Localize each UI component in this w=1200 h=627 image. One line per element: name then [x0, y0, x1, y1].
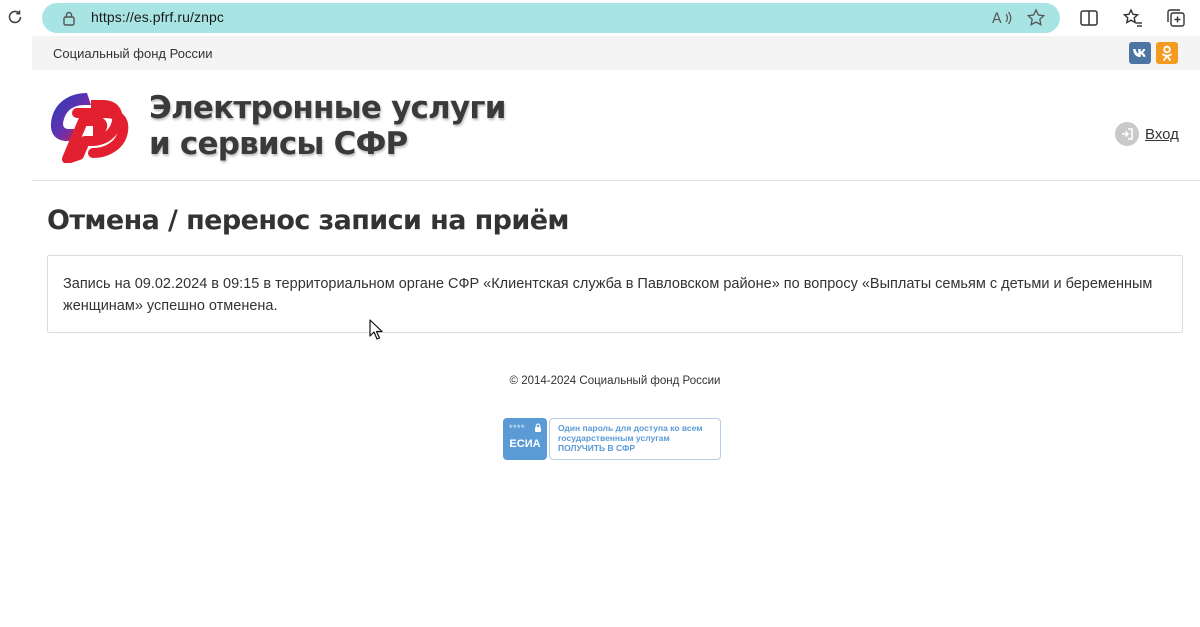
topline: Социальный фонд России: [32, 36, 1200, 70]
cancellation-message: Запись на 09.02.2024 в 09:15 в территори…: [63, 276, 1153, 314]
sfr-logo[interactable]: [47, 89, 129, 163]
copyright: © 2014-2024 Социальный фонд России: [509, 375, 721, 387]
login-link[interactable]: Вход: [1115, 122, 1179, 146]
esia-label: ЕСИА: [509, 438, 541, 450]
message-box: Запись на 09.02.2024 в 09:15 в территори…: [47, 255, 1183, 333]
mouse-cursor-icon: [369, 319, 383, 340]
favorites-icon[interactable]: [1122, 7, 1144, 29]
esia-lock-icon: [535, 423, 541, 432]
favorite-star-icon[interactable]: [1026, 8, 1046, 28]
esia-line1: Один пароль для доступа ко всем: [558, 423, 703, 433]
url-text[interactable]: https://es.pfrf.ru/znpc: [91, 9, 224, 25]
esia-description[interactable]: Один пароль для доступа ко всем государс…: [549, 418, 721, 460]
collections-icon[interactable]: [1165, 7, 1187, 29]
ok-icon[interactable]: [1156, 42, 1178, 64]
vk-icon[interactable]: [1129, 42, 1151, 64]
esia-line3: ПОЛУЧИТЬ В СФР: [558, 443, 636, 453]
site-title-line1: Электронные услуги: [149, 90, 506, 126]
site-title-line2: и сервисы СФР: [149, 126, 408, 162]
login-icon[interactable]: [1115, 122, 1139, 146]
esia-stars: ****: [509, 423, 526, 433]
address-bar[interactable]: https://es.pfrf.ru/znpc A: [42, 3, 1060, 33]
read-aloud-icon[interactable]: A: [991, 8, 1013, 28]
page-title: Отмена / перенос записи на приём: [47, 205, 570, 236]
reload-icon[interactable]: [4, 6, 26, 28]
browser-toolbar: https://es.pfrf.ru/znpc A: [0, 0, 1200, 36]
esia-badge[interactable]: **** ЕСИА: [503, 418, 547, 460]
org-name: Социальный фонд России: [53, 46, 213, 61]
site-header: Электронные услуги и сервисы СФР Вход: [32, 70, 1200, 181]
login-label[interactable]: Вход: [1145, 126, 1179, 143]
site-title: Электронные услуги и сервисы СФР: [149, 90, 506, 162]
svg-text:A: A: [992, 11, 1002, 27]
esia-banner[interactable]: **** ЕСИА Один пароль для доступа ко все…: [503, 418, 721, 460]
lock-icon[interactable]: [62, 10, 76, 26]
split-screen-icon[interactable]: [1078, 7, 1100, 29]
esia-line2: государственным услугам: [558, 433, 670, 443]
